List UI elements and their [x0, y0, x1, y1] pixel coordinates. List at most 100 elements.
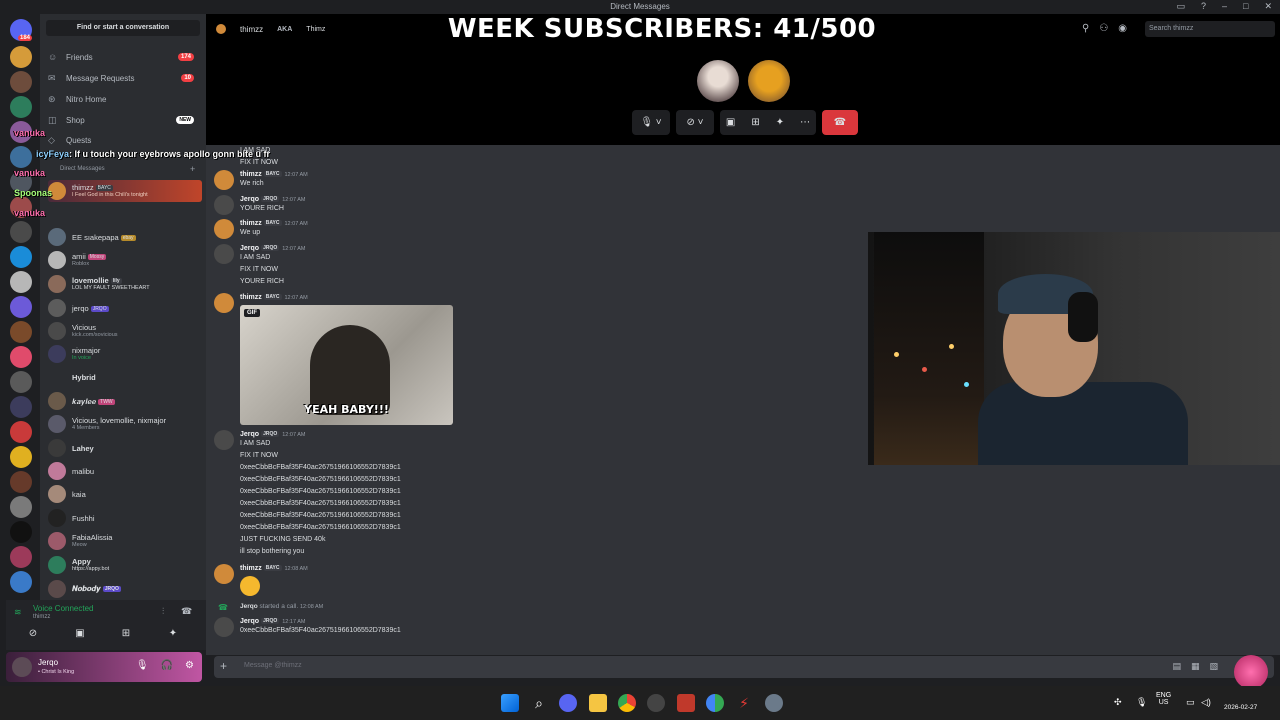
server-icon[interactable] [10, 296, 32, 318]
profile-icon[interactable]: ◉ [1118, 23, 1127, 34]
server-icon[interactable] [10, 521, 32, 543]
microphone-icon[interactable]: 🎙 [136, 660, 149, 671]
network-icon[interactable]: ▭ [1186, 697, 1195, 708]
more-options-icon[interactable]: ⋯ [800, 117, 810, 128]
discord-icon[interactable] [559, 694, 577, 712]
server-icon[interactable] [10, 371, 32, 393]
server-icon[interactable] [10, 71, 32, 93]
activities-icon[interactable]: ⊞ [106, 628, 146, 644]
dm-item[interactable]: FabiaAlissia Meow [48, 530, 202, 552]
server-icon[interactable] [10, 346, 32, 368]
dm-item[interactable]: Fushhi [48, 507, 202, 529]
server-icon[interactable] [10, 246, 32, 268]
add-attachment-icon[interactable]: + [220, 659, 227, 673]
dm-item[interactable]: kaia [48, 483, 202, 505]
avatar[interactable] [214, 244, 234, 264]
avatar[interactable] [214, 430, 234, 450]
voice-connected-label[interactable]: Voice Connected [33, 604, 94, 613]
gif-embed[interactable]: GIF YEAH BABY!!! [240, 305, 453, 425]
server-icon[interactable] [10, 96, 32, 118]
help-icon[interactable]: ? [1201, 1, 1206, 12]
gif-picker-icon[interactable]: ▦ [1191, 661, 1200, 672]
nav-nitro-home[interactable]: ⊛ Nitro Home [48, 90, 198, 108]
server-icon[interactable] [10, 46, 32, 68]
message-input[interactable]: Message @thimzz [244, 662, 302, 669]
nav-quests[interactable]: ◇ Quests [48, 133, 198, 147]
dm-item[interactable]: 𝒌𝒂𝒚𝒍𝒆𝒆 TWW [48, 390, 202, 412]
search-input[interactable]: Search thimzz [1145, 21, 1275, 37]
server-icon[interactable] [10, 571, 32, 593]
volume-icon[interactable]: ◁) [1201, 697, 1211, 708]
nav-friends[interactable]: ☺ Friends 174 [48, 48, 198, 66]
inbox-icon[interactable]: ▭ [1176, 1, 1185, 12]
chrome-icon[interactable] [618, 694, 636, 712]
dm-item[interactable]: Vicious kick.com/sovicious [48, 320, 202, 342]
server-icon[interactable] [10, 221, 32, 243]
nav-shop[interactable]: ◫ Shop NEW [48, 111, 198, 129]
close-button[interactable]: ✕ [1264, 1, 1272, 12]
search-icon[interactable]: ⌕ [530, 694, 548, 712]
soundboard-icon[interactable]: ✦ [776, 117, 784, 128]
dm-item[interactable]: nixmajor In voice [48, 343, 202, 365]
avatar[interactable] [214, 195, 234, 215]
avatar[interactable] [214, 293, 234, 313]
dm-item[interactable]: Appy https://appy.bot [48, 554, 202, 576]
gift-icon[interactable]: ▤ [1172, 661, 1181, 672]
add-friend-icon[interactable]: ⚇ [1099, 23, 1108, 34]
pin-icon[interactable]: ⚲ [1082, 23, 1089, 34]
file-explorer-icon[interactable] [589, 694, 607, 712]
soundboard-icon[interactable]: ✦ [153, 628, 193, 644]
dm-item[interactable]: jerqo JRQO [48, 297, 202, 319]
call-participant-avatar[interactable] [697, 60, 739, 102]
dm-item[interactable]: lovemollie lily LOL MY FAULT SWEETHEART [48, 273, 202, 295]
start-button[interactable] [501, 694, 519, 712]
nav-message-requests[interactable]: ✉ Message Requests 10 [48, 69, 198, 87]
disconnect-icon[interactable]: ☎ [181, 606, 192, 617]
dm-item[interactable]: malibu [48, 460, 202, 482]
app-icon[interactable] [647, 694, 665, 712]
avatar[interactable] [214, 564, 234, 584]
find-conversation-button[interactable]: Find or start a conversation [46, 20, 200, 36]
language-indicator[interactable]: ENG US [1156, 692, 1171, 706]
settings-gear-icon[interactable]: ⚙ [185, 660, 194, 671]
server-icon[interactable] [10, 546, 32, 568]
settings-gear-icon[interactable] [765, 694, 783, 712]
screen-share-icon[interactable]: ▣ [726, 117, 735, 128]
tray-app-icon[interactable]: ✣ [1114, 697, 1122, 708]
avatar[interactable] [214, 219, 234, 239]
minimize-button[interactable]: – [1222, 1, 1227, 12]
camera-off-icon[interactable]: ⊘ [13, 628, 53, 644]
activities-icon[interactable]: ⊞ [751, 117, 759, 128]
server-icon[interactable] [10, 271, 32, 293]
avatar[interactable] [214, 617, 234, 637]
dm-item[interactable]: amii Mossy Roblox [48, 249, 202, 271]
headphones-icon[interactable]: 🎧 [161, 660, 173, 671]
camera-toggle-button[interactable]: ⊘ ˅ [676, 110, 714, 135]
sticker-icon[interactable]: ▧ [1209, 661, 1218, 672]
server-icon[interactable] [10, 146, 32, 168]
server-icon[interactable] [10, 321, 32, 343]
server-icon[interactable] [10, 396, 32, 418]
dm-item[interactable]: Lahey [48, 437, 202, 459]
mic-toggle-button[interactable]: 🎙 ˅ [632, 110, 670, 135]
tray-mic-icon[interactable]: 🎙 [1136, 697, 1147, 708]
noise-suppression-icon[interactable]: ⫶ [162, 606, 164, 617]
hang-up-button[interactable]: ☎ [822, 110, 858, 135]
call-participant-avatar[interactable] [748, 60, 790, 102]
signal-icon[interactable]: ≋ [14, 607, 22, 618]
server-icon[interactable] [10, 446, 32, 468]
browser-icon[interactable] [706, 694, 724, 712]
avatar[interactable] [214, 170, 234, 190]
server-icon[interactable] [10, 421, 32, 443]
dm-item[interactable]: Vicious, lovemollie, nixmajor 4 Members [48, 413, 202, 435]
dm-item[interactable]: 𝑵𝒐𝒃𝒐𝒅𝒚 JRQO [48, 578, 202, 600]
clock-date[interactable]: 2026-02-27 [1224, 704, 1257, 711]
avatar[interactable] [12, 657, 32, 677]
server-icon[interactable] [10, 496, 32, 518]
app-icon[interactable] [677, 694, 695, 712]
message-composer[interactable]: + Message @thimzz ▤ ▦ ▧ [214, 656, 1274, 678]
server-icon[interactable] [10, 471, 32, 493]
maximize-button[interactable]: □ [1243, 1, 1248, 12]
screen-share-icon[interactable]: ▣ [60, 628, 100, 644]
new-dm-icon[interactable]: + [190, 164, 195, 174]
